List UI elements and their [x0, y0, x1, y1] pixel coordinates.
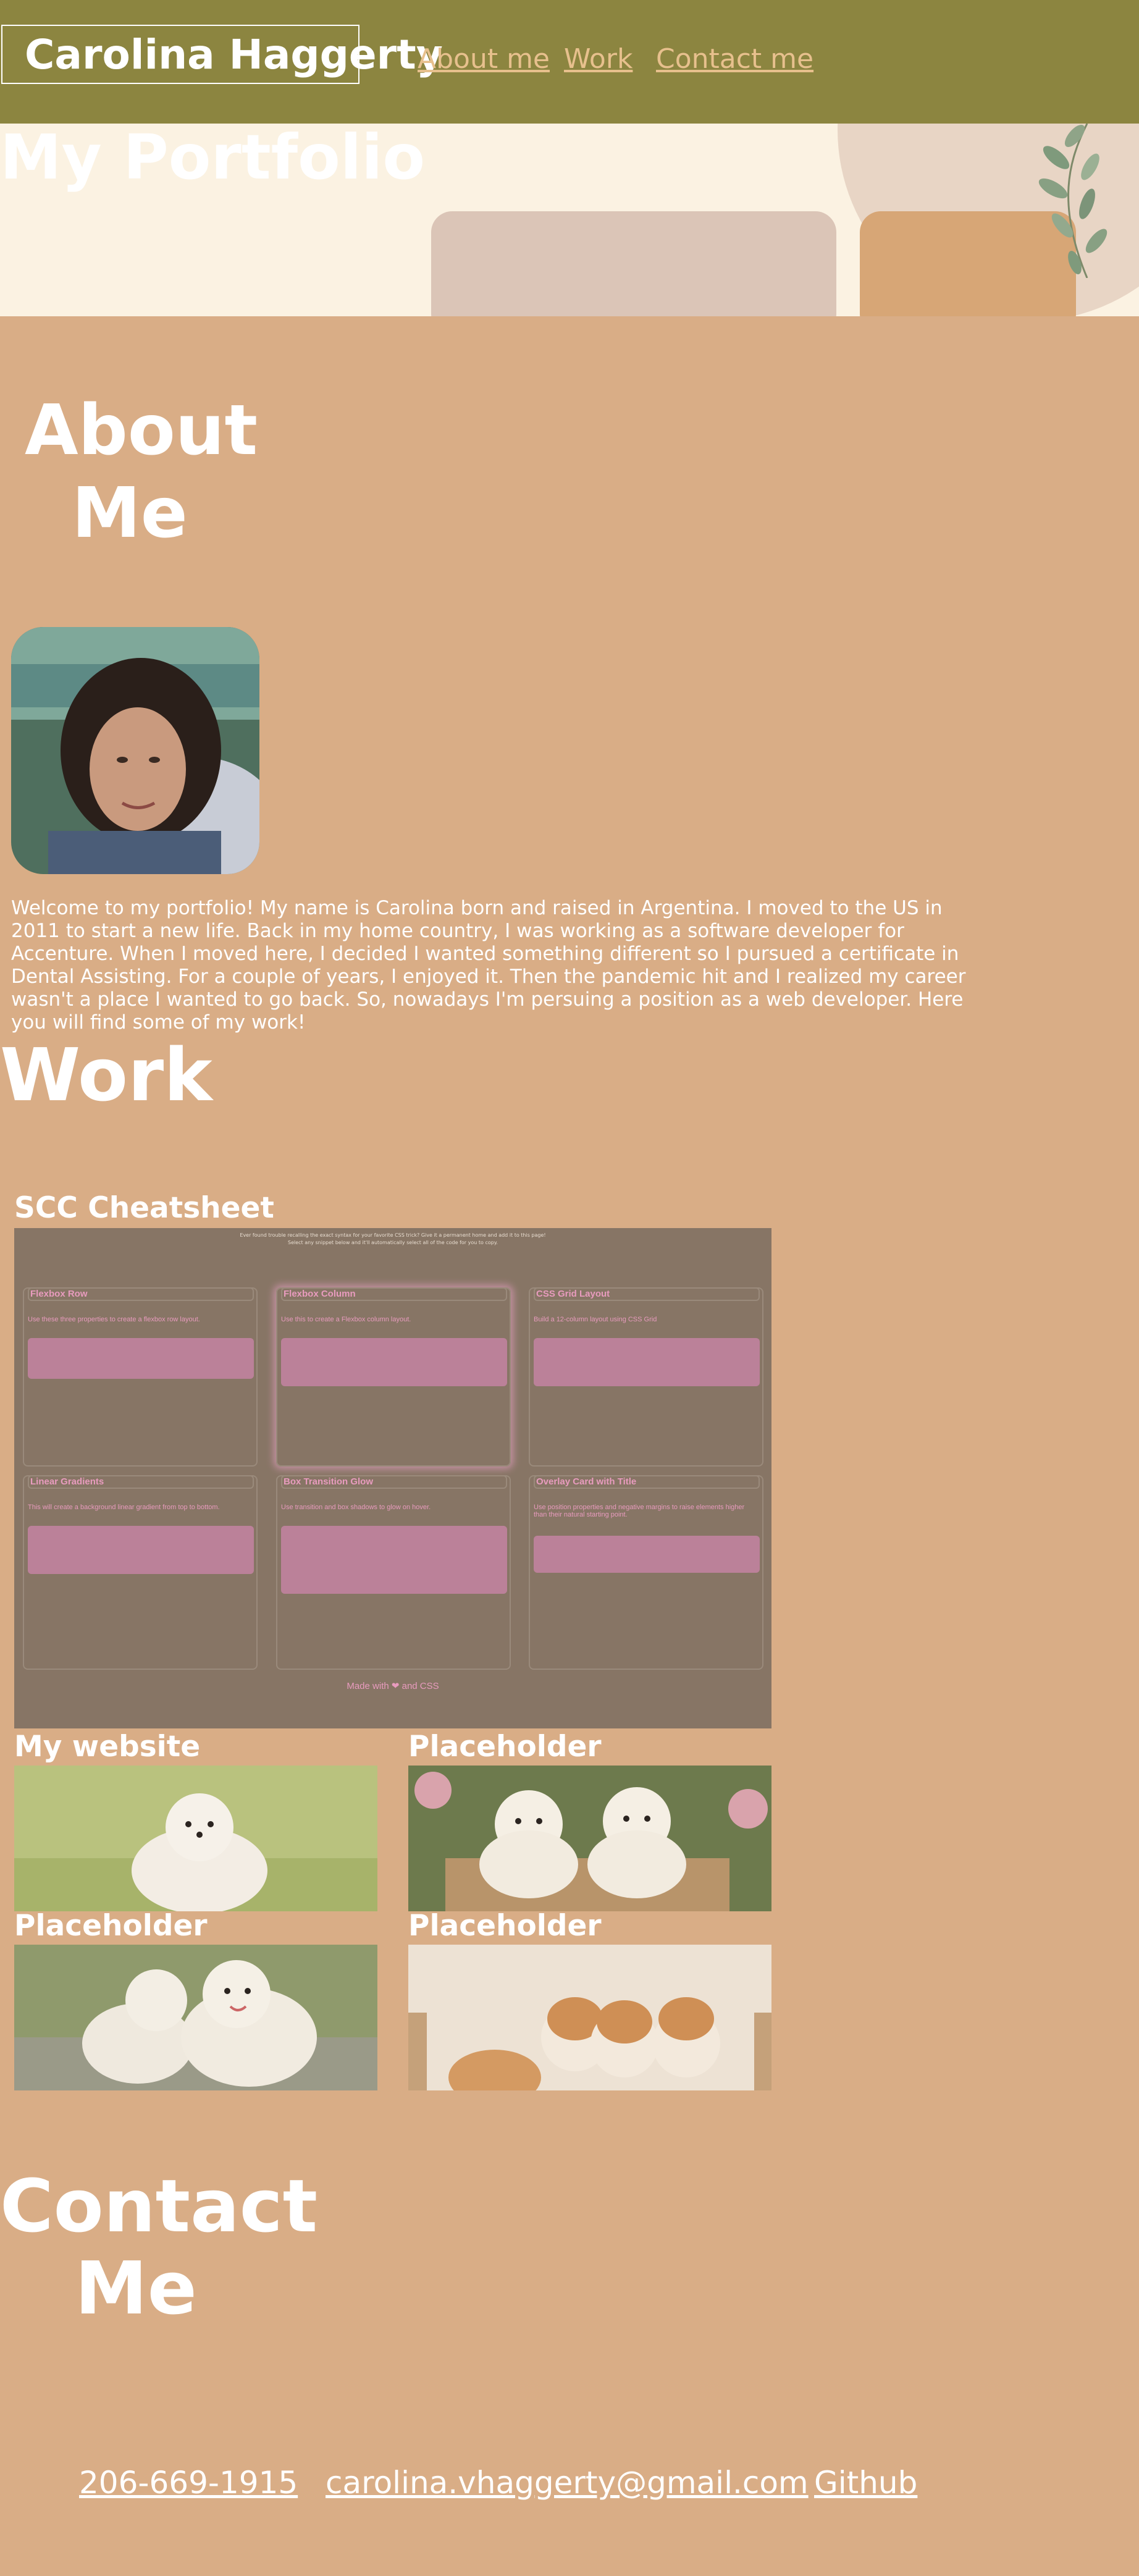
nav-about-link[interactable]: About me — [418, 43, 550, 75]
card-description: Use this to create a Flexbox column layo… — [281, 1316, 411, 1323]
project-title: SCC Cheatsheet — [14, 1191, 274, 1225]
card-title: Box Transition Glow — [281, 1475, 507, 1489]
github-link[interactable]: Github — [814, 2465, 917, 2501]
code-snippet[interactable] — [281, 1526, 507, 1594]
card-title: Overlay Card with Title — [534, 1475, 760, 1489]
cheatsheet-card[interactable]: Box Transition Glow Use transition and b… — [276, 1475, 511, 1670]
project-thumbnail[interactable] — [14, 1945, 377, 2090]
cheatsheet-card[interactable]: Flexbox Row Use these three properties t… — [23, 1287, 258, 1467]
project-title: Placeholder — [408, 1909, 602, 1943]
hero-banner: My Portfolio — [0, 124, 1139, 316]
cheatsheet-intro-line: Select any snippet below and it'll autom… — [288, 1240, 498, 1245]
cheatsheet-preview[interactable]: Ever found trouble recalling the exact s… — [14, 1228, 771, 1728]
project-title: Placeholder — [408, 1730, 602, 1764]
card-title: Linear Gradients — [28, 1475, 254, 1489]
about-text: Welcome to my portfolio! My name is Caro… — [11, 897, 966, 1033]
code-snippet[interactable] — [281, 1338, 507, 1386]
site-logo[interactable]: Carolina Haggerty — [25, 31, 443, 78]
site-header: Carolina Haggerty About me Work Contact … — [0, 0, 1139, 124]
eucalyptus-branch-icon — [1038, 124, 1107, 278]
card-title: Flexbox Column — [281, 1287, 507, 1301]
about-heading-line: About — [25, 390, 258, 471]
project-thumbnail[interactable] — [14, 1766, 377, 1911]
profile-photo — [11, 627, 259, 874]
hero-decor-card — [431, 211, 836, 316]
card-description: Use position properties and negative mar… — [534, 1504, 745, 1518]
cheatsheet-intro-line: Ever found trouble recalling the exact s… — [240, 1232, 546, 1238]
cheatsheet-intro: Ever found trouble recalling the exact s… — [14, 1232, 771, 1247]
contact-heading-line: Me — [75, 2246, 197, 2331]
card-description: Use these three properties to create a f… — [28, 1316, 200, 1323]
contact-heading: Contact Me — [0, 2163, 318, 2331]
cheatsheet-footer: Made with ❤ and CSS — [347, 1681, 439, 1691]
cheatsheet-card[interactable]: Linear Gradients This will create a back… — [23, 1475, 258, 1670]
code-snippet[interactable] — [534, 1338, 760, 1386]
phone-link[interactable]: 206-669-1915 — [79, 2465, 298, 2501]
email-link[interactable]: carolina.vhaggerty@gmail.com — [326, 2465, 809, 2501]
project-thumbnail[interactable] — [408, 1945, 771, 2090]
code-snippet[interactable] — [28, 1338, 254, 1379]
code-snippet[interactable] — [534, 1536, 760, 1573]
work-heading: Work — [0, 1032, 212, 1118]
card-title: Flexbox Row — [28, 1287, 254, 1301]
project-title: Placeholder — [14, 1909, 208, 1943]
cheatsheet-card[interactable]: Overlay Card with Title Use position pro… — [529, 1475, 763, 1670]
card-title: CSS Grid Layout — [534, 1287, 760, 1301]
card-description: This will create a background linear gra… — [28, 1504, 220, 1511]
project-thumbnail[interactable] — [408, 1766, 771, 1911]
nav-contact-link[interactable]: Contact me — [656, 43, 813, 75]
about-heading: About Me — [25, 389, 258, 555]
about-heading-line: Me — [72, 473, 188, 554]
nav-work-link[interactable]: Work — [564, 43, 633, 75]
card-description: Build a 12-column layout using CSS Grid — [534, 1316, 657, 1323]
cheatsheet-card[interactable]: Flexbox Column Use this to create a Flex… — [276, 1287, 511, 1467]
page-title: My Portfolio — [0, 124, 426, 193]
card-description: Use transition and box shadows to glow o… — [281, 1504, 431, 1511]
contact-heading-line: Contact — [0, 2163, 318, 2249]
cheatsheet-card[interactable]: CSS Grid Layout Build a 12-column layout… — [529, 1287, 763, 1467]
project-title: My website — [14, 1730, 201, 1764]
code-snippet[interactable] — [28, 1526, 254, 1574]
